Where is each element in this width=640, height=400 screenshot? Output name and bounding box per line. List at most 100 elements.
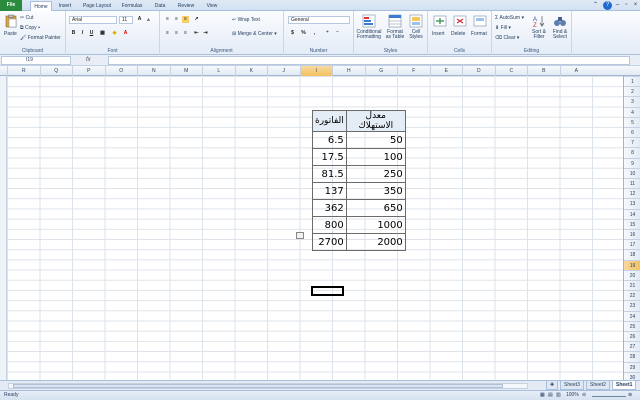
file-tab[interactable]: File [0,0,22,11]
zoom-out-icon[interactable]: ⊖ [582,392,586,398]
column-header-m[interactable]: M [169,66,203,76]
cell-consumption[interactable]: 250 [345,165,406,183]
column-header-e[interactable]: E [429,66,463,76]
cell-consumption[interactable]: 650 [345,199,406,217]
sheet-tab-sheet3[interactable]: Sheet3 [560,381,584,390]
bold-button[interactable]: B [70,30,77,37]
format-painter-button[interactable]: 🖌 Format Painter [20,35,61,41]
italic-button[interactable]: I [79,30,86,37]
column-header-q[interactable]: Q [39,66,73,76]
underline-button[interactable]: U [88,30,95,37]
column-header-j[interactable]: J [267,66,300,76]
column-header-b[interactable]: B [527,66,560,76]
row-header-13[interactable]: 13 [624,198,640,208]
column-header-a[interactable]: A [559,66,593,76]
row-header-7[interactable]: 7 [624,137,640,147]
column-header-l[interactable]: L [202,66,235,76]
sort-filter-button[interactable]: AZ Sort & Filter [530,14,548,44]
row-header-25[interactable]: 25 [624,320,640,331]
zoom-in-icon[interactable]: ⊕ [628,392,632,398]
column-header-d[interactable]: D [462,66,495,76]
help-icon[interactable]: ? [603,1,612,10]
page-break-view-icon[interactable]: ▥ [556,392,561,398]
column-header-i[interactable]: I [299,66,332,76]
delete-cells-button[interactable]: Delete [451,14,469,44]
row-header-1[interactable]: 1 [624,76,640,86]
minimize-icon[interactable]: – [613,1,622,10]
zoom-slider[interactable] [592,396,626,397]
tab-data[interactable]: Data [150,1,170,11]
cell-bill[interactable]: 17.5 [312,148,347,166]
align-right-icon[interactable]: ≡ [182,30,189,37]
column-header-g[interactable]: G [364,66,398,76]
restore-icon[interactable]: ▫ [622,1,631,10]
row-header-24[interactable]: 24 [624,310,640,321]
formula-input[interactable] [108,56,630,65]
column-header-n[interactable]: N [137,66,170,76]
row-header-11[interactable]: 11 [624,178,640,188]
cell-consumption[interactable]: 350 [345,182,406,200]
column-header-o[interactable]: O [104,66,138,76]
shrink-font-icon[interactable]: A [145,16,152,23]
format-as-table-button[interactable]: Format as Table [384,14,406,44]
column-header-h[interactable]: H [332,66,365,76]
paste-button[interactable]: Paste [3,14,19,42]
cut-button[interactable]: ✂ Cut [20,15,33,21]
insert-cells-button[interactable]: Insert [431,14,449,44]
cell-consumption[interactable]: 1000 [345,216,406,234]
clear-button[interactable]: ⌫ Clear ▾ [495,35,519,41]
row-header-19[interactable]: 19 [624,259,640,270]
page-layout-view-icon[interactable]: ▤ [548,392,553,398]
sheet-tab-sheet1[interactable]: Sheet1 [612,381,637,390]
font-name-dropdown[interactable]: Arial [69,16,117,24]
row-header-3[interactable]: 3 [624,96,640,106]
borders-icon[interactable]: ▦ [99,30,106,37]
tab-page-layout[interactable]: Page Layout [80,1,114,11]
header-cell-bill[interactable]: الفاتورة [312,110,347,132]
increase-decimal-icon[interactable]: ⁺ [324,30,331,37]
copy-button[interactable]: ⧉ Copy ▾ [20,25,40,31]
cell-consumption[interactable]: 2000 [345,233,406,251]
decrease-indent-icon[interactable]: ⇤ [193,30,200,37]
column-header-c[interactable]: C [494,66,528,76]
row-header-14[interactable]: 14 [624,208,640,219]
row-header-30[interactable]: 30 [624,371,640,380]
cell-consumption[interactable]: 100 [345,148,406,166]
increase-indent-icon[interactable]: ⇥ [202,30,209,37]
row-header-15[interactable]: 15 [624,218,640,229]
font-size-dropdown[interactable]: 11 [119,16,133,24]
row-header-16[interactable]: 16 [624,229,640,239]
decrease-decimal-icon[interactable]: ⁻ [334,30,341,37]
row-header-12[interactable]: 12 [624,188,640,198]
cell-styles-button[interactable]: Cell Styles [407,14,425,44]
merge-center-button[interactable]: ⊞ Merge & Center ▾ [232,31,277,37]
grow-font-icon[interactable]: A [136,16,143,23]
header-cell-consumption[interactable]: معدل الاستهلاك [345,110,406,132]
column-header-r[interactable]: R [7,66,40,76]
fill-button[interactable]: ⬇ Fill ▾ [495,25,511,31]
row-header-21[interactable]: 21 [624,280,640,290]
row-header-2[interactable]: 2 [624,86,640,96]
zoom-level[interactable]: 100% [566,392,579,398]
horizontal-scrollbar[interactable] [8,383,528,389]
conditional-formatting-button[interactable]: Conditional Formatting [356,14,382,44]
sheet-tab-sheet2[interactable]: Sheet2 [586,381,610,390]
insert-sheet-icon[interactable]: ✚ [546,381,559,390]
horizontal-scroll-thumb[interactable] [13,384,503,388]
comma-button[interactable]: , [311,30,318,37]
cell-bill[interactable]: 2700 [312,233,347,251]
align-bottom-icon[interactable]: ≡ [182,16,189,23]
align-middle-icon[interactable]: ≡ [173,16,180,23]
cell-bill[interactable]: 81.5 [312,165,347,183]
autosum-button[interactable]: Σ AutoSum ▾ [495,15,524,21]
paste-options-icon[interactable] [296,232,304,239]
close-icon[interactable]: × [631,1,640,10]
name-box[interactable]: I19 [1,56,71,65]
cell-consumption[interactable]: 50 [345,131,406,149]
tab-insert[interactable]: Insert [55,1,75,11]
wrap-text-button[interactable]: ↵ Wrap Text [232,17,260,23]
align-top-icon[interactable]: ≡ [164,16,171,23]
row-header-23[interactable]: 23 [624,300,640,310]
column-header-p[interactable]: P [72,66,105,76]
row-header-10[interactable]: 10 [624,167,640,178]
